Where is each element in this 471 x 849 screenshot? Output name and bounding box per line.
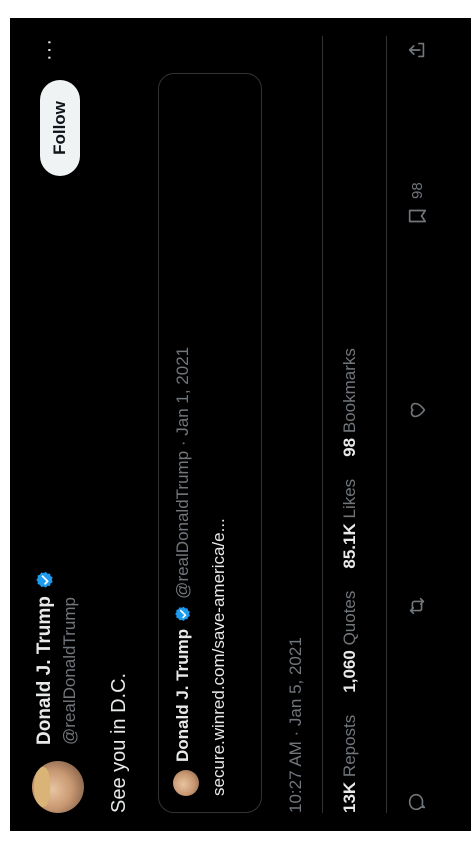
bookmark-count: 98 [408,182,426,199]
author-avatar[interactable] [32,761,84,813]
reply-icon [408,793,426,811]
repost-icon [409,597,425,615]
share-icon [408,42,425,58]
likes-stat[interactable]: 85.1K Likes [340,479,360,569]
share-button[interactable] [406,39,428,61]
like-button[interactable] [406,399,428,421]
quotes-stat[interactable]: 1,060 Quotes [340,591,360,693]
quoted-author-name: Donald J. Trump [173,628,192,762]
author-name-row: Donald J. Trump [34,570,56,745]
like-icon [410,402,426,418]
divider [386,36,387,813]
more-icon[interactable]: ··· [38,38,61,61]
tweet-detail: Donald J. Trump @realDonaldTrump Follow … [10,18,471,831]
quotes-label: Quotes [340,590,359,646]
follow-button[interactable]: Follow [40,80,80,176]
quoted-link-text[interactable]: secure.winred.com/save-america/e... [209,518,229,796]
repost-button[interactable] [406,595,428,617]
reposts-stat[interactable]: 13K Reposts [340,715,360,813]
reply-button[interactable] [406,791,428,813]
likes-count: 85.1K [340,523,359,569]
avatar-hair [34,767,50,807]
tweet-text: See you in D.C. [108,672,130,813]
quotes-count: 1,060 [340,650,359,693]
reposts-label: Reposts [340,714,359,778]
action-bar: 98 [406,36,442,813]
quoted-meta: @realDonaldTrump · Jan 1, 2021 [173,346,192,599]
author-handle[interactable]: @realDonaldTrump [60,597,80,745]
quoted-tweet-card[interactable]: Donald J. Trump @realDonaldTrump · Jan 1… [158,73,262,813]
reposts-count: 13K [340,781,359,813]
bookmarks-count: 98 [340,437,359,457]
verified-badge-icon [175,606,190,621]
tweet-timestamp[interactable]: 10:27 AM · Jan 5, 2021 [286,637,306,813]
bookmark-icon [408,209,427,223]
author-name[interactable]: Donald J. Trump [34,596,56,745]
bookmarks-label: Bookmarks [340,348,359,434]
divider [322,36,323,813]
likes-label: Likes [340,478,359,519]
bookmark-button[interactable]: 98 [406,182,428,227]
quoted-avatar [173,770,199,796]
verified-badge-icon [36,572,53,588]
bookmarks-stat[interactable]: 98 Bookmarks [340,348,360,457]
engagement-stats: 13K Reposts 1,060 Quotes 85.1K Likes 98 … [340,348,360,813]
screenshot-frame: Donald J. Trump @realDonaldTrump Follow … [10,18,471,831]
quoted-header: Donald J. Trump @realDonaldTrump · Jan 1… [173,347,193,762]
